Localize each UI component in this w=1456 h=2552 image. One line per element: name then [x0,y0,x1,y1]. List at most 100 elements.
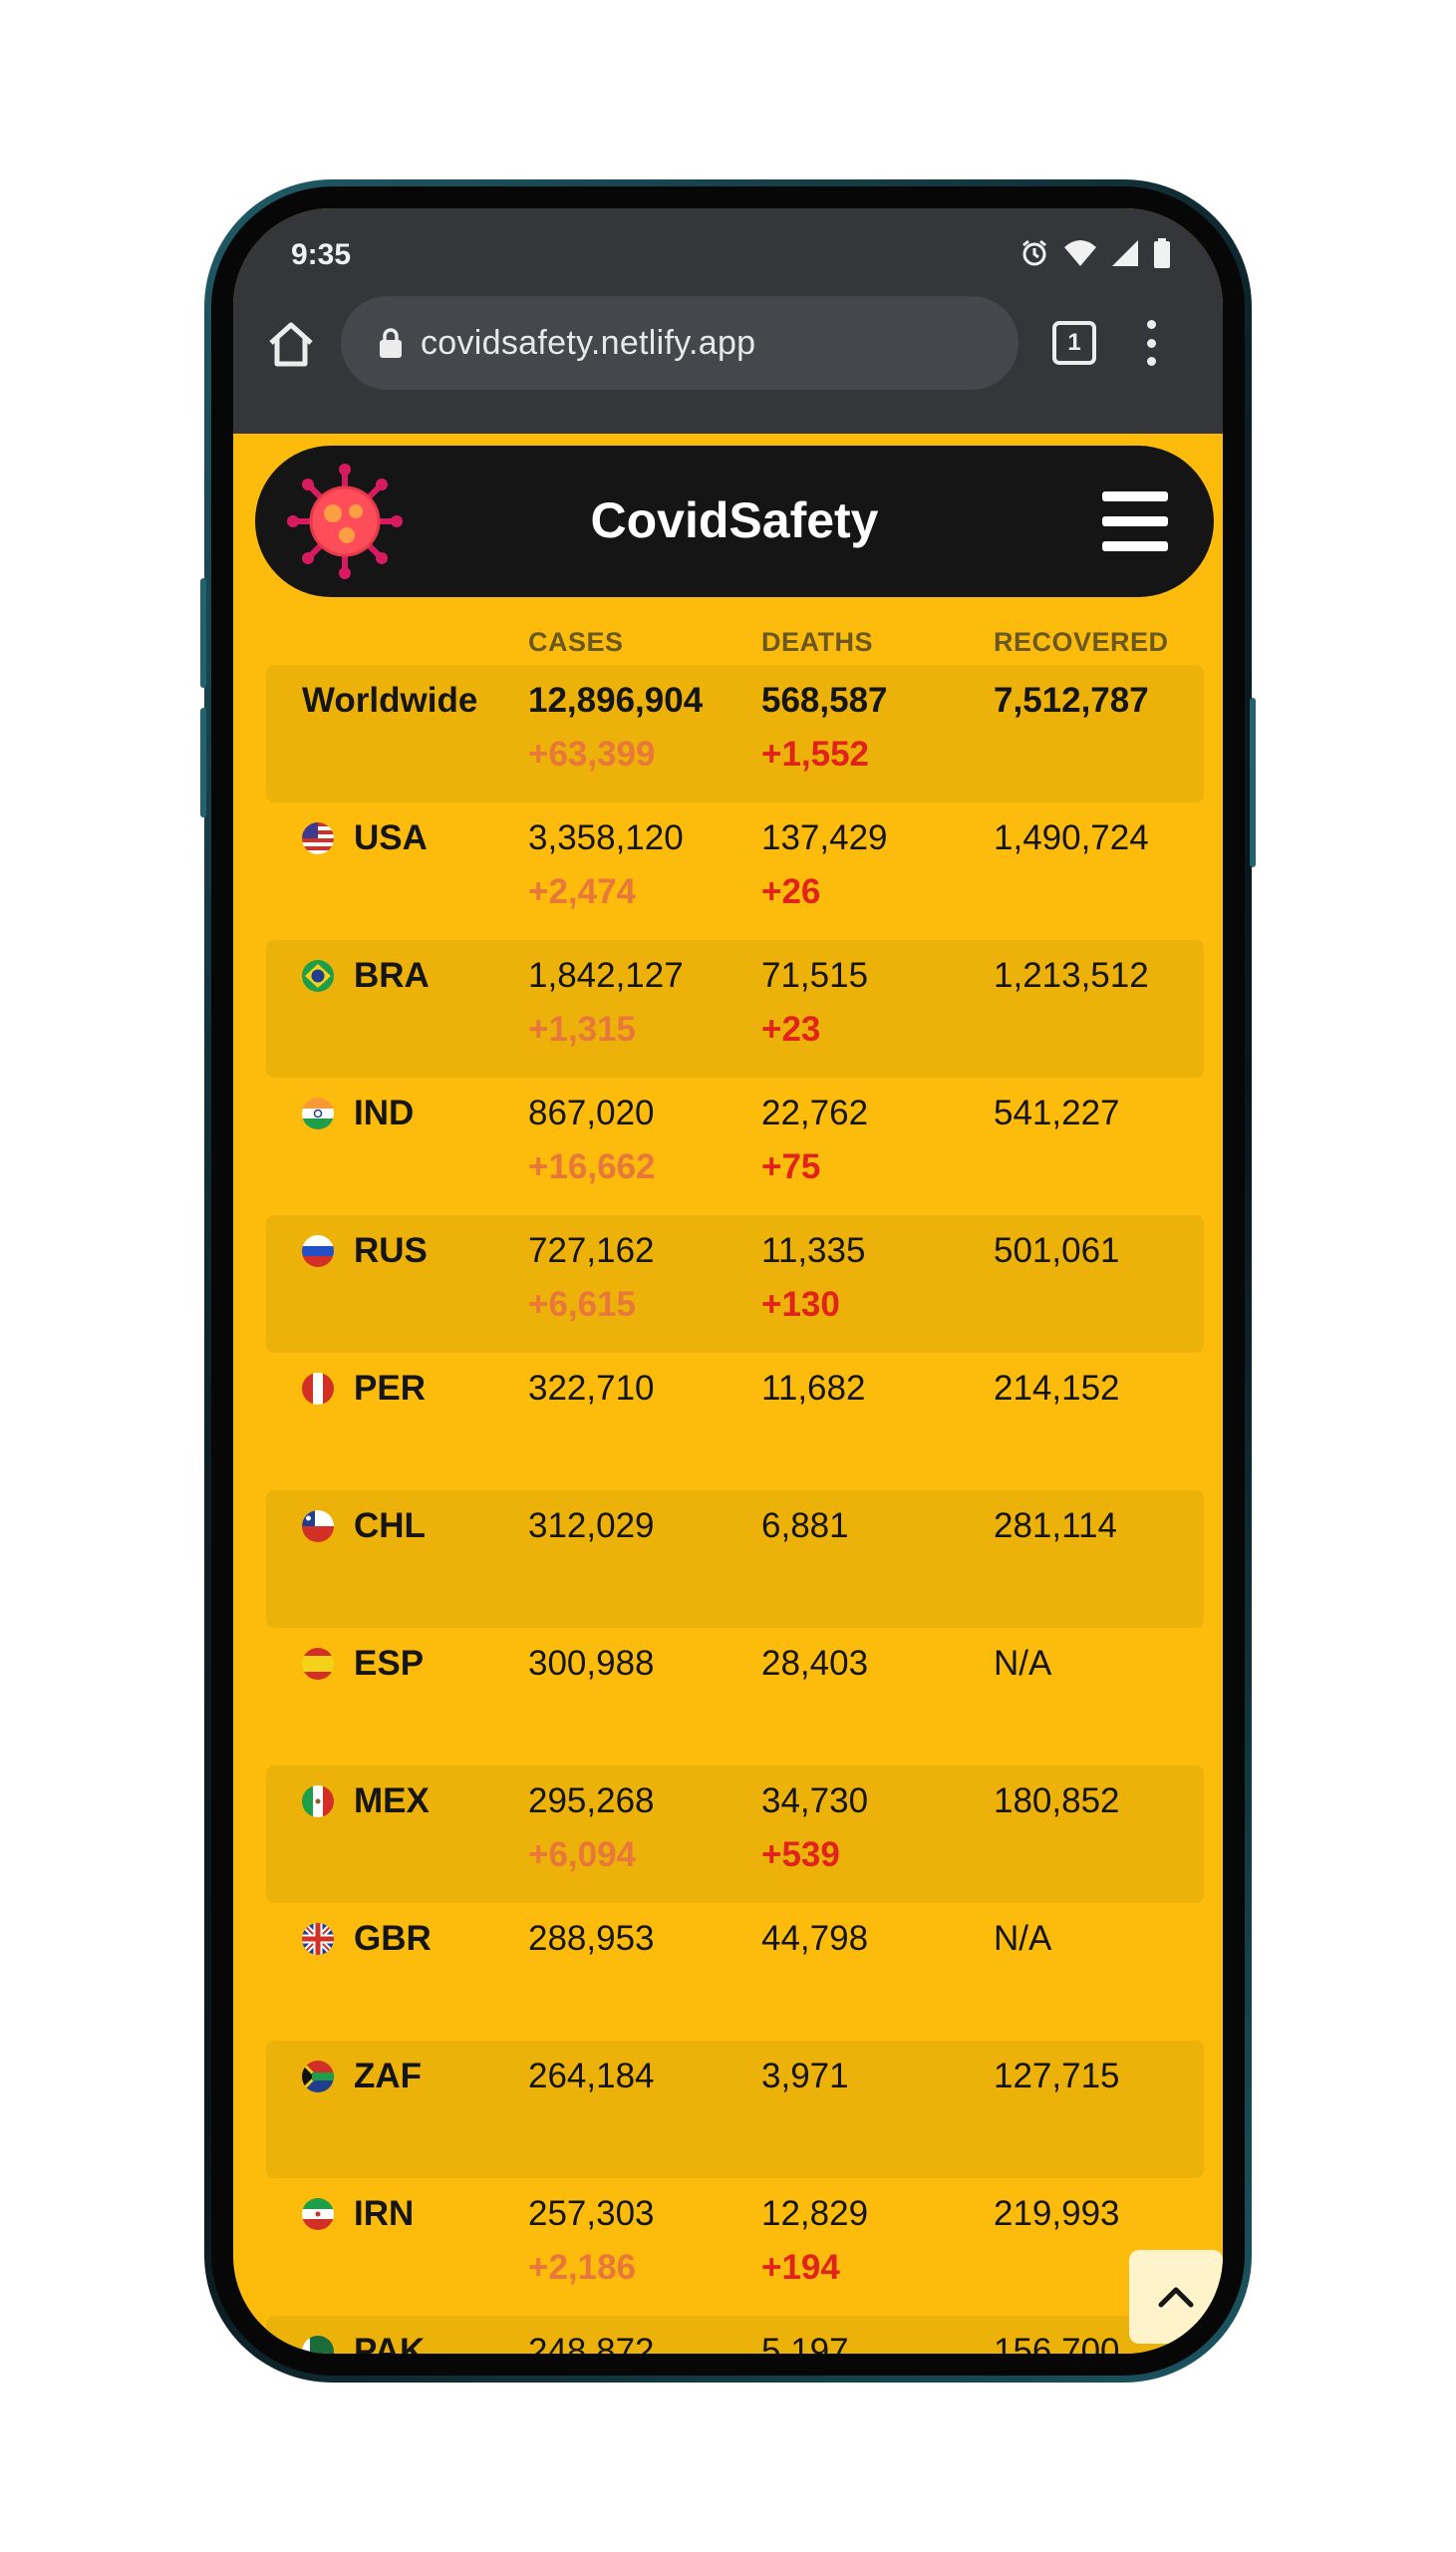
country-name: ESP [354,1644,425,1683]
country-name: IRN [354,2194,415,2233]
deaths-value: 3,971 [761,2057,849,2095]
stats-table: Worldwide 12,896,904 568,587 7,512,787 +… [266,665,1204,2354]
south-africa-flag-icon [302,2060,334,2092]
table-row[interactable]: ESP 300,988 28,403 N/A [266,1628,1204,1765]
table-row[interactable]: PER 322,710 11,682 214,152 [266,1353,1204,1490]
cases-value: 288,953 [528,1919,655,1958]
cases-value: 264,184 [528,2057,655,2095]
brazil-flag-icon [302,959,334,992]
volume-button [200,578,206,688]
cases-value: 295,268 [528,1781,655,1820]
screen: 9:35 covidsafety.netlify.app 1 CovidSafe… [233,208,1223,2354]
deaths-value: 28,403 [761,1644,869,1683]
table-row[interactable]: BRA 1,842,127 71,515 1,213,512 +1,315 +2… [266,940,1204,1078]
country-name: GBR [354,1919,432,1958]
status-icons [1019,238,1171,268]
country-name: RUS [354,1231,428,1270]
chevron-up-icon [1158,2287,1194,2308]
recovered-value: 1,213,512 [994,956,1149,995]
deaths-delta: +194 [761,2248,840,2287]
url-row: covidsafety.netlify.app 1 [233,296,1223,390]
country-name: ZAF [354,2057,423,2095]
url-text: covidsafety.netlify.app [421,323,756,362]
table-row[interactable]: IND 867,020 22,762 541,227 +16,662 +75 [266,1078,1204,1215]
scroll-to-top-button[interactable] [1129,2250,1223,2344]
column-header-cases: CASES [528,627,624,657]
recovered-value: 281,114 [994,1506,1117,1545]
site-header: CovidSafety [255,446,1214,597]
chile-flag-icon [302,1509,334,1542]
recovered-value: 7,512,787 [994,681,1149,720]
deaths-delta: +23 [761,1010,821,1049]
deaths-value: 34,730 [761,1781,869,1820]
country-name: IND [354,1094,415,1132]
cases-value: 248,872 [528,2332,655,2354]
iran-flag-icon [302,2197,334,2230]
cases-delta: +2,186 [528,2248,637,2287]
recovered-value: 180,852 [994,1781,1120,1820]
recovered-value: 219,993 [994,2194,1120,2233]
table-row[interactable]: IRN 257,303 12,829 219,993 +2,186 +194 [266,2178,1204,2316]
deaths-value: 22,762 [761,1094,869,1132]
table-row[interactable]: Worldwide 12,896,904 568,587 7,512,787 +… [266,665,1204,802]
deaths-value: 137,429 [761,818,888,857]
home-button[interactable] [263,316,319,372]
cases-value: 727,162 [528,1231,655,1270]
recovered-value: 501,061 [994,1231,1120,1270]
status-time: 9:35 [291,238,352,271]
table-row[interactable]: PAK 248,872 5,197 156,700 [266,2316,1204,2354]
deaths-value: 71,515 [761,956,869,995]
volume-button [200,708,206,817]
deaths-value: 11,682 [761,1369,866,1408]
home-icon [269,322,313,367]
usa-flag-icon [302,821,334,854]
uk-flag-icon [302,1922,334,1955]
table-row[interactable]: ZAF 264,184 3,971 127,715 [266,2041,1204,2178]
recovered-value: N/A [994,1919,1052,1958]
deaths-delta: +1,552 [761,735,870,774]
country-name: PAK [354,2332,426,2354]
recovered-value: 1,490,724 [994,818,1149,857]
country-cell: MEX [302,1783,430,1818]
tabs-button[interactable]: 1 [1052,321,1096,365]
deaths-delta: +26 [761,872,821,911]
country-cell: ESP [302,1646,424,1681]
country-name: USA [354,818,428,857]
country-name: PER [354,1369,426,1408]
deaths-value: 44,798 [761,1919,869,1958]
url-bar[interactable]: covidsafety.netlify.app [341,296,1019,390]
phone-bezel: 9:35 covidsafety.netlify.app 1 CovidSafe… [211,186,1245,2376]
country-name: MEX [354,1781,430,1820]
cases-value: 300,988 [528,1644,655,1683]
cases-value: 257,303 [528,2194,655,2233]
cases-delta: +63,399 [528,735,656,774]
more-vert-icon [1146,320,1156,329]
cases-value: 1,842,127 [528,956,684,995]
cases-value: 322,710 [528,1369,655,1408]
recovered-value: N/A [994,1644,1052,1683]
cases-value: 12,896,904 [528,681,704,720]
cases-delta: +1,315 [528,1010,637,1049]
country-cell: PAK [302,2334,425,2354]
hamburger-menu-icon[interactable] [1102,491,1168,551]
more-menu-button[interactable] [1136,314,1166,372]
spain-flag-icon [302,1647,334,1680]
column-header-deaths: DEATHS [761,627,874,657]
table-row[interactable]: GBR 288,953 44,798 N/A [266,1903,1204,2041]
table-row[interactable]: MEX 295,268 34,730 180,852 +6,094 +539 [266,1765,1204,1903]
table-row[interactable]: RUS 727,162 11,335 501,061 +6,615 +130 [266,1215,1204,1353]
peru-flag-icon [302,1372,334,1405]
table-row[interactable]: CHL 312,029 6,881 281,114 [266,1490,1204,1628]
recovered-value: 541,227 [994,1094,1120,1132]
cases-delta: +16,662 [528,1147,656,1186]
brand-title[interactable]: CovidSafety [255,491,1214,549]
deaths-value: 6,881 [761,1506,849,1545]
recovered-value: 156,700 [994,2332,1120,2354]
country-cell: IND [302,1096,414,1130]
country-cell: RUS [302,1233,428,1268]
country-cell: BRA [302,958,430,993]
deaths-delta: +75 [761,1147,821,1186]
table-row[interactable]: USA 3,358,120 137,429 1,490,724 +2,474 +… [266,802,1204,940]
deaths-delta: +130 [761,1285,840,1324]
cases-value: 312,029 [528,1506,655,1545]
